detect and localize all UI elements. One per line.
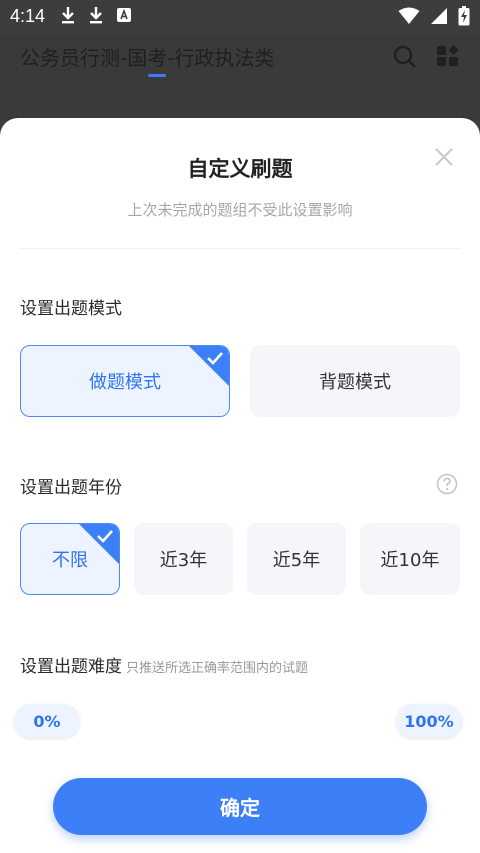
wifi-icon bbox=[398, 7, 420, 24]
search-icon[interactable] bbox=[392, 44, 418, 70]
difficulty-max-handle[interactable]: 100% bbox=[396, 704, 462, 738]
download-icon bbox=[62, 7, 74, 24]
check-icon bbox=[79, 524, 119, 564]
option-label: 做题模式 bbox=[89, 372, 161, 393]
sheet-title: 自定义刷题 bbox=[187, 157, 293, 181]
difficulty-min-handle[interactable]: 0% bbox=[14, 704, 80, 738]
option-year-3[interactable]: 近3年 bbox=[134, 523, 233, 595]
option-practice-mode[interactable]: 做题模式 bbox=[20, 345, 230, 417]
status-bar: 4:14 bbox=[0, 0, 480, 34]
status-time: 4:14 bbox=[10, 6, 46, 26]
status-notification-icons bbox=[60, 6, 132, 24]
option-memorize-mode[interactable]: 背题模式 bbox=[250, 345, 460, 417]
signal-icon bbox=[431, 8, 447, 24]
option-label: 背题模式 bbox=[319, 372, 391, 393]
page-title: 公务员行测-国考-行政执法类 bbox=[20, 46, 275, 70]
check-icon bbox=[189, 346, 229, 386]
divider bbox=[20, 248, 460, 249]
title-underline bbox=[148, 74, 166, 77]
option-year-10[interactable]: 近10年 bbox=[360, 523, 460, 595]
battery-charging-icon bbox=[458, 6, 470, 26]
difficulty-section-label: 设置出题难度 只推送所选正确率范围内的试题 bbox=[20, 652, 308, 677]
close-icon[interactable] bbox=[430, 143, 458, 171]
option-year-unlimited[interactable]: 不限 bbox=[20, 523, 120, 595]
help-icon[interactable] bbox=[436, 473, 458, 495]
option-label: 近5年 bbox=[272, 550, 321, 571]
app-notification-icon bbox=[117, 8, 131, 22]
confirm-button[interactable]: 确定 bbox=[53, 778, 427, 835]
difficulty-label: 设置出题难度 bbox=[20, 657, 122, 677]
option-label: 近3年 bbox=[159, 550, 208, 571]
option-year-5[interactable]: 近5年 bbox=[247, 523, 346, 595]
difficulty-hint: 只推送所选正确率范围内的试题 bbox=[126, 661, 309, 676]
option-label: 近10年 bbox=[380, 550, 440, 571]
custom-practice-sheet: 自定义刷题 上次未完成的题组不受此设置影响 设置出题模式 做题模式 背题模式 设… bbox=[0, 118, 480, 853]
sheet-subtitle: 上次未完成的题组不受此设置影响 bbox=[127, 201, 353, 219]
status-system-icons bbox=[398, 6, 470, 26]
mode-section-label: 设置出题模式 bbox=[20, 299, 122, 319]
download-icon bbox=[90, 7, 102, 24]
year-section-label: 设置出题年份 bbox=[20, 478, 122, 498]
grid-menu-icon[interactable] bbox=[436, 44, 460, 68]
app-header: 公务员行测-国考-行政执法类 bbox=[0, 34, 480, 120]
